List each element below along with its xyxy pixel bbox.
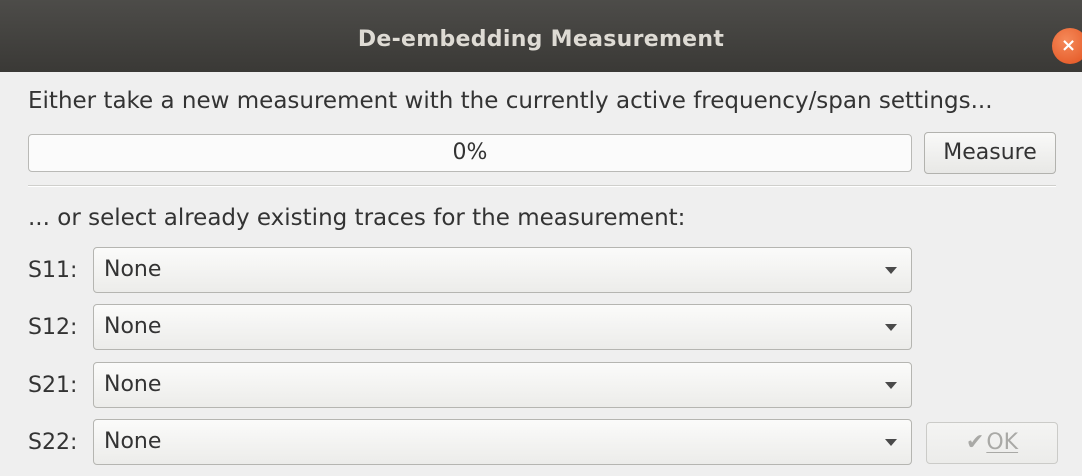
ok-label: OK bbox=[986, 430, 1019, 455]
checkmark-icon: ✔ bbox=[965, 430, 985, 455]
measure-button[interactable]: Measure bbox=[924, 132, 1056, 174]
s11-label: S11: bbox=[28, 258, 78, 283]
s21-label: S21: bbox=[28, 373, 78, 398]
ok-button[interactable]: ✔OK bbox=[926, 422, 1058, 464]
s21-selected-value: None bbox=[104, 372, 162, 397]
chevron-down-icon bbox=[885, 324, 897, 331]
s12-trace-select[interactable]: None bbox=[93, 304, 912, 350]
s22-trace-select[interactable]: None bbox=[93, 419, 912, 465]
measurement-progress-bar: 0% bbox=[28, 134, 912, 172]
close-icon[interactable]: × bbox=[1052, 28, 1082, 64]
title-bar[interactable]: De-embedding Measurement × bbox=[0, 0, 1082, 72]
s12-label: S12: bbox=[28, 315, 78, 340]
s21-trace-select[interactable]: None bbox=[93, 362, 912, 408]
window-title: De-embedding Measurement bbox=[357, 27, 725, 52]
traces-prompt: ... or select already existing traces fo… bbox=[28, 205, 686, 231]
chevron-down-icon bbox=[885, 267, 897, 274]
progress-text: 0% bbox=[452, 140, 488, 165]
separator bbox=[28, 185, 1056, 187]
s22-label: S22: bbox=[28, 430, 78, 455]
s12-selected-value: None bbox=[104, 314, 162, 339]
s22-selected-value: None bbox=[104, 429, 162, 454]
measure-prompt: Either take a new measurement with the c… bbox=[28, 88, 993, 114]
s11-trace-select[interactable]: None bbox=[93, 247, 912, 293]
chevron-down-icon bbox=[885, 439, 897, 446]
s11-selected-value: None bbox=[104, 257, 162, 282]
chevron-down-icon bbox=[885, 382, 897, 389]
dialog-window: De-embedding Measurement × Either take a… bbox=[0, 0, 1082, 476]
